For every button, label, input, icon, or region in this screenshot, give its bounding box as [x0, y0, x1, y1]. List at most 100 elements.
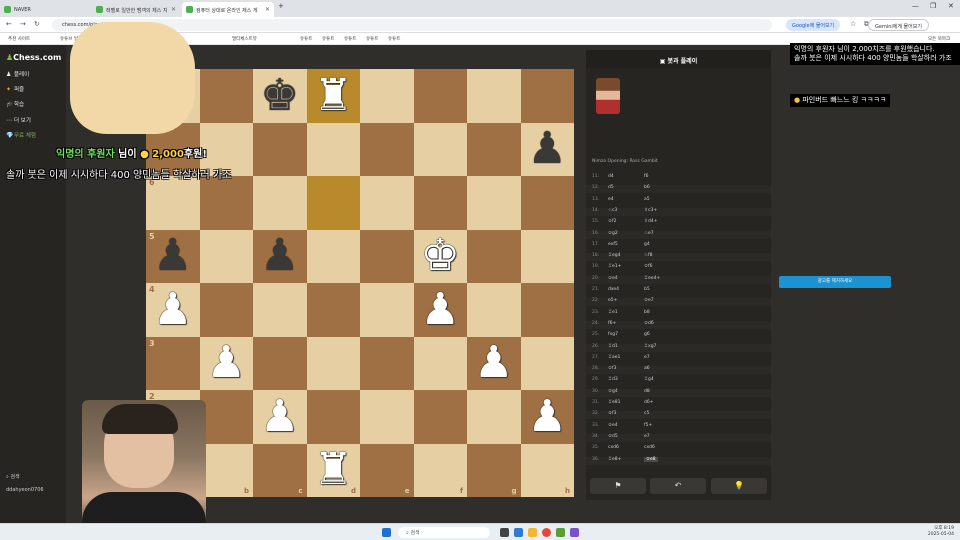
square-g5[interactable]	[467, 229, 521, 283]
tab-chess-video[interactable]: 레벨로 일반한 뱀객의 체스 지 ✕	[92, 2, 180, 17]
black-move[interactable]: b5	[644, 287, 650, 292]
square-h1[interactable]: h	[520, 443, 574, 497]
white-move[interactable]: ♔d5	[608, 434, 618, 439]
square-b2[interactable]	[199, 390, 253, 444]
tab-naver[interactable]: NAVER	[0, 2, 90, 17]
white-move[interactable]: f6+	[608, 321, 616, 326]
white-move[interactable]: ♔f3	[608, 411, 616, 416]
white-pawn-icon[interactable]: ♟	[260, 394, 299, 439]
white-king-icon[interactable]: ♚	[421, 234, 460, 278]
square-d5[interactable]	[306, 229, 360, 283]
square-d6[interactable]	[306, 176, 360, 230]
white-move[interactable]: ♔f2	[608, 219, 616, 224]
bookmark-all[interactable]: 모든 북마크	[928, 36, 950, 42]
reload-icon[interactable]: ↻	[34, 20, 40, 28]
square-h4[interactable]	[520, 283, 574, 337]
square-c8[interactable]: ♚	[253, 69, 307, 123]
task-view-icon[interactable]	[500, 528, 509, 537]
white-move[interactable]: exf5	[608, 242, 618, 247]
white-move[interactable]: ♔g2	[608, 231, 618, 236]
black-move[interactable]: ♘e7	[644, 231, 654, 236]
black-move[interactable]: ♖g4	[644, 377, 654, 382]
sidebar-item-free-trial[interactable]: 💎무료 체험	[6, 131, 36, 139]
square-b5[interactable]	[199, 229, 253, 283]
square-a4[interactable]: 4 ♟	[146, 283, 200, 337]
bookmark-item[interactable]: 추천 사이트	[8, 36, 30, 42]
white-move[interactable]: fxg7	[608, 332, 618, 337]
square-e1[interactable]: e	[360, 443, 414, 497]
black-move[interactable]: c5	[644, 411, 649, 416]
bookmark-item[interactable]: 유튜트	[366, 36, 378, 42]
close-window-icon[interactable]: ✕	[948, 2, 954, 10]
square-f7[interactable]	[413, 122, 467, 176]
white-move[interactable]: ♔g4	[608, 389, 618, 394]
black-pawn-icon[interactable]: ♟	[528, 127, 567, 171]
square-c7[interactable]	[253, 122, 307, 176]
chess-board[interactable]: 8♚♜7♟65♟♟♚4♟♟3♟♟2♟♟1abcd♜efgh	[146, 69, 574, 497]
black-move[interactable]: cxd6	[644, 445, 655, 450]
square-g7[interactable]	[467, 122, 521, 176]
square-b8[interactable]	[199, 69, 253, 123]
square-e2[interactable]	[360, 390, 414, 444]
white-move[interactable]: d5	[608, 185, 614, 190]
bookmark-item[interactable]: 유튜트	[388, 36, 400, 42]
square-e5[interactable]	[360, 229, 414, 283]
file-explorer-icon[interactable]	[528, 528, 537, 537]
square-c3[interactable]	[253, 336, 307, 390]
square-f6[interactable]	[413, 176, 467, 230]
white-pawn-icon[interactable]: ♟	[207, 341, 246, 385]
minimize-icon[interactable]: —	[912, 2, 919, 10]
white-pawn-icon[interactable]: ♟	[421, 287, 460, 332]
black-move[interactable]: ♖xg7	[644, 344, 656, 349]
bookmark-item[interactable]: 유튜트	[322, 36, 334, 42]
square-g4[interactable]	[467, 283, 521, 337]
square-d7[interactable]	[306, 122, 360, 176]
resign-flag-button[interactable]: ⚑	[590, 478, 646, 494]
square-h2[interactable]: ♟	[520, 390, 574, 444]
white-move[interactable]: ♖e8+	[608, 457, 621, 462]
bookmark-item[interactable]: 유튜트	[300, 36, 312, 42]
square-c1[interactable]: c	[253, 443, 307, 497]
square-f2[interactable]	[413, 390, 467, 444]
takeback-button[interactable]: ↶	[650, 478, 706, 494]
black-move[interactable]: ♘f8	[644, 253, 652, 258]
black-move[interactable]: e7	[644, 434, 650, 439]
black-pawn-icon[interactable]: ♟	[260, 234, 299, 278]
back-icon[interactable]: ←	[6, 20, 12, 28]
white-rook-icon[interactable]: ♜	[314, 448, 353, 492]
white-move[interactable]: ♔f3	[608, 366, 616, 371]
square-h3[interactable]	[520, 336, 574, 390]
square-b1[interactable]: b	[199, 443, 253, 497]
black-move[interactable]: d8	[644, 389, 650, 394]
square-h6[interactable]	[520, 176, 574, 230]
square-a3[interactable]: 3	[146, 336, 200, 390]
black-move[interactable]: ♖ee4+	[644, 276, 660, 281]
square-c5[interactable]: ♟	[253, 229, 307, 283]
black-move[interactable]: a5	[644, 197, 650, 202]
square-c6[interactable]	[253, 176, 307, 230]
square-f3[interactable]	[413, 336, 467, 390]
app-icon[interactable]	[570, 528, 579, 537]
taskbar-search[interactable]: ⌕ 검색	[398, 527, 490, 538]
black-move[interactable]: b8	[644, 310, 650, 315]
sidebar-username[interactable]: ddahyeon0706	[6, 487, 44, 493]
forward-icon[interactable]: →	[20, 20, 26, 28]
chess-logo[interactable]: ♟Chess.com	[6, 53, 61, 62]
maximize-icon[interactable]: ❐	[930, 2, 936, 10]
square-f5[interactable]: ♚	[413, 229, 467, 283]
square-f8[interactable]	[413, 69, 467, 123]
square-d3[interactable]	[306, 336, 360, 390]
square-g8[interactable]	[467, 69, 521, 123]
tab-chess-computer[interactable]: 컴퓨터 상대로 온라인 체스 게 ✕	[182, 2, 274, 17]
black-king-icon[interactable]: ♚	[260, 73, 299, 118]
black-move[interactable]: ♔d6	[644, 321, 654, 326]
square-d8[interactable]: ♜	[306, 69, 360, 123]
remove-ads-button[interactable]: 광고를 제거하세요	[779, 276, 891, 288]
square-b3[interactable]: ♟	[199, 336, 253, 390]
black-move[interactable]: ♔e7	[644, 298, 654, 303]
sidebar-item-puzzles[interactable]: ✦ 퍼즐	[6, 85, 24, 93]
square-e6[interactable]	[360, 176, 414, 230]
close-tab-icon[interactable]: ✕	[265, 6, 270, 13]
sidebar-item-play[interactable]: ♟ 플레이	[6, 70, 29, 78]
white-move[interactable]: dxe4	[608, 287, 619, 292]
